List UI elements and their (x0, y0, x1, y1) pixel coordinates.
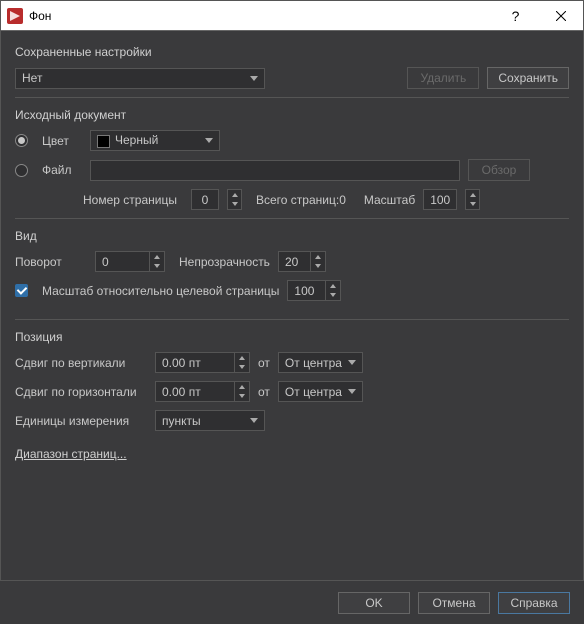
units-value: пункты (162, 414, 201, 428)
browse-button[interactable]: Обзор (468, 159, 530, 181)
vfrom-value: От центра (285, 356, 342, 370)
page-number-stepper[interactable] (227, 189, 242, 210)
hoffset-label: Сдвиг по горизонтали (15, 385, 147, 399)
ok-button[interactable]: OK (338, 592, 410, 614)
color-combo[interactable]: Черный (90, 130, 220, 151)
cancel-button[interactable]: Отмена (418, 592, 490, 614)
page-number-input[interactable]: 0 (191, 189, 219, 210)
voffset-value: 0.00 пт (162, 356, 234, 370)
close-icon (556, 11, 566, 21)
color-swatch (97, 135, 110, 148)
help-button-footer[interactable]: Справка (498, 592, 570, 614)
chevron-down-icon (250, 76, 258, 81)
relative-scale-value: 100 (294, 284, 325, 298)
file-path-input[interactable] (90, 160, 460, 181)
color-value: Черный (115, 133, 158, 147)
chevron-down-icon (348, 389, 356, 394)
chevron-down-icon (250, 418, 258, 423)
dialog-footer: OK Отмена Справка (0, 580, 584, 624)
chevron-down-icon (205, 138, 213, 143)
close-button[interactable] (538, 1, 583, 31)
page-range-link[interactable]: Диапазон страниц... (15, 447, 127, 461)
rotate-value: 0 (102, 255, 149, 269)
relative-scale-spin[interactable]: 100 (287, 280, 341, 301)
page-number-label: Номер страницы (83, 193, 183, 207)
app-icon (7, 8, 23, 24)
opacity-spin[interactable]: 20 (278, 251, 326, 272)
file-radio[interactable] (15, 164, 28, 177)
total-pages-value: 0 (339, 193, 346, 207)
vfrom-combo[interactable]: От центра (278, 352, 363, 373)
rotate-spin[interactable]: 0 (95, 251, 165, 272)
from-label-v: от (258, 356, 270, 370)
preset-combo[interactable]: Нет (15, 68, 265, 89)
position-label: Позиция (15, 330, 569, 344)
opacity-value: 20 (285, 255, 310, 269)
hoffset-value: 0.00 пт (162, 385, 234, 399)
units-label: Единицы измерения (15, 414, 147, 428)
window-title: Фон (29, 9, 493, 23)
relative-scale-label: Масштаб относительно целевой страницы (42, 284, 279, 298)
scale-label: Масштаб (364, 193, 415, 207)
help-button[interactable]: ? (493, 1, 538, 31)
save-button[interactable]: Сохранить (487, 67, 569, 89)
source-doc-label: Исходный документ (15, 108, 569, 122)
voffset-spin[interactable]: 0.00 пт (155, 352, 250, 373)
hfrom-value: От центра (285, 385, 342, 399)
hoffset-spin[interactable]: 0.00 пт (155, 381, 250, 402)
chevron-down-icon (348, 360, 356, 365)
file-label: Файл (42, 163, 82, 177)
scale-stepper[interactable] (465, 189, 480, 210)
saved-settings-label: Сохраненные настройки (15, 45, 569, 59)
total-pages-label: Всего страниц: (256, 193, 339, 207)
units-combo[interactable]: пункты (155, 410, 265, 431)
color-label: Цвет (42, 134, 82, 148)
view-label: Вид (15, 229, 569, 243)
delete-button[interactable]: Удалить (407, 67, 479, 89)
from-label-h: от (258, 385, 270, 399)
relative-scale-check[interactable] (15, 284, 28, 297)
titlebar: Фон ? (1, 1, 583, 31)
hfrom-combo[interactable]: От центра (278, 381, 363, 402)
scale-input[interactable]: 100 (423, 189, 457, 210)
rotate-label: Поворот (15, 255, 87, 269)
preset-value: Нет (22, 71, 42, 85)
voffset-label: Сдвиг по вертикали (15, 356, 147, 370)
opacity-label: Непрозрачность (179, 255, 270, 269)
color-radio[interactable] (15, 134, 28, 147)
